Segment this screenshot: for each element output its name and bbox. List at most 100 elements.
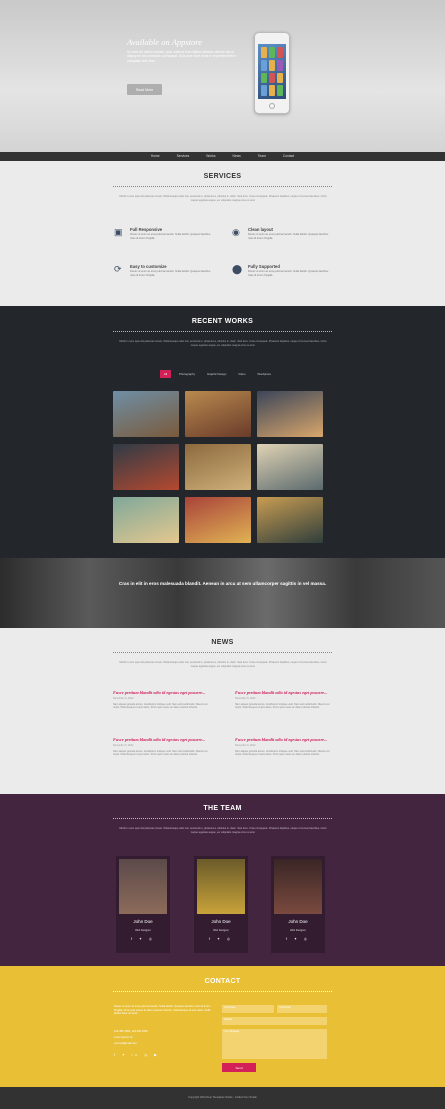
team-member-name: John Doe: [288, 919, 308, 924]
hero-section: Available on Appstore Ut enim ad minim v…: [0, 0, 445, 152]
contact-subject-input[interactable]: Subject: [222, 1017, 327, 1025]
filter-graphic-design[interactable]: Graphic Design: [203, 370, 230, 378]
phone-image: [254, 32, 290, 114]
team-member-photo: [274, 859, 322, 914]
team-card: John Doe Web Designer f ✦ ◎: [194, 856, 248, 953]
main-nav: Home Services Works News Team Contact: [0, 152, 445, 161]
news-lead: Morbi in sem quis dui placerat ornare. P…: [119, 661, 327, 668]
team-title: THE TEAM: [203, 805, 242, 812]
team-member-name: John Doe: [133, 919, 153, 924]
team-member-role: Web Designer: [290, 929, 306, 932]
service-text: Donec ut enim ac eros pulvinar iaculis. …: [248, 233, 329, 240]
service-text: Donec ut enim ac eros pulvinar iaculis. …: [130, 233, 211, 240]
works-divider: [113, 331, 332, 332]
team-member-role: Web Designer: [213, 929, 229, 932]
news-item-title[interactable]: Fusce pretium blandit odio id egestas eg…: [113, 690, 213, 696]
filter-all[interactable]: All: [160, 370, 172, 378]
hero-read-more-button[interactable]: Read More: [127, 84, 162, 95]
social-icons[interactable]: f ✦ ◎: [271, 937, 325, 941]
phone-home-button: [269, 103, 275, 109]
contact-social-icons[interactable]: f ✦ in ◎ ▶: [114, 1053, 160, 1057]
tablet-icon: ▣: [114, 227, 123, 237]
service-title: Easy to customize: [130, 264, 167, 269]
quote-section: Cras in elit in eros malesuada blandit. …: [0, 558, 445, 628]
work-thumbnail[interactable]: [185, 391, 251, 437]
hero-text: Ut enim ad minim veniam, quis nostrud ex…: [127, 50, 237, 63]
work-thumbnail[interactable]: [113, 391, 179, 437]
news-item-date: November 6, 2012: [113, 744, 134, 747]
news-item-text: Nam aliquet gravida lectus. Vestibulum t…: [113, 750, 208, 757]
contact-divider: [113, 991, 332, 992]
map-pin-icon: ⬤: [232, 264, 243, 274]
news-item-date: November 6, 2012: [235, 744, 256, 747]
news-item-title[interactable]: Fusce pretium blandit odio id egestas eg…: [113, 737, 213, 743]
quote-text: Cras in elit in eros malesuada blandit. …: [118, 581, 327, 586]
contact-send-button[interactable]: Send: [222, 1063, 256, 1072]
news-divider: [113, 652, 332, 653]
news-item: Fusce pretium blandit odio id egestas eg…: [235, 737, 335, 757]
nav-contact[interactable]: Contact: [275, 152, 302, 161]
work-thumbnail[interactable]: [113, 497, 179, 543]
hero-title: Available on Appstore: [127, 37, 203, 47]
team-member-role: Web Designer: [135, 929, 151, 932]
news-item-text: Nam aliquet gravida lectus. Vestibulum t…: [235, 703, 330, 710]
filter-wordpress[interactable]: Wordpress: [253, 370, 274, 378]
service-text: Donec ut enim ac eros pulvinar iaculis. …: [130, 270, 211, 277]
team-card: John Doe Web Designer f ✦ ◎: [271, 856, 325, 953]
news-item-text: Nam aliquet gravida lectus. Vestibulum t…: [235, 750, 330, 757]
work-thumbnail[interactable]: [257, 444, 323, 490]
services-divider: [113, 186, 332, 187]
nav-news[interactable]: News: [225, 152, 249, 161]
contact-name-input[interactable]: Your Name: [222, 1005, 274, 1013]
works-grid: [113, 391, 323, 543]
news-item-title[interactable]: Fusce pretium blandit odio id egestas eg…: [235, 737, 335, 743]
filter-video[interactable]: Video: [234, 370, 249, 378]
social-icons[interactable]: f ✦ ◎: [194, 937, 248, 941]
contact-email[interactable]: yourmail@mail.com: [114, 1042, 137, 1045]
nav-team[interactable]: Team: [250, 152, 274, 161]
team-member-photo: [197, 859, 245, 914]
service-title: Full Responsive: [130, 227, 163, 232]
team-lead: Morbi in sem quis dui placerat ornare. P…: [119, 827, 327, 834]
news-item-title[interactable]: Fusce pretium blandit odio id egestas eg…: [235, 690, 335, 696]
news-item: Fusce pretium blandit odio id egestas eg…: [113, 690, 213, 710]
team-member-name: John Doe: [211, 919, 231, 924]
footer: Copyright 2012 Deer Templates Studio - C…: [0, 1087, 445, 1109]
contact-phone: 123-456-7890, 123-456-7890: [114, 1030, 148, 1033]
service-title: Clean layout: [248, 227, 273, 232]
work-thumbnail[interactable]: [257, 497, 323, 543]
services-title: SERVICES: [203, 173, 242, 180]
services-lead: Morbi in sem quis dui placerat ornare. P…: [119, 195, 327, 202]
refresh-icon: ⟳: [114, 264, 122, 274]
nav-services[interactable]: Services: [169, 152, 198, 161]
contact-text: Donec ut enim ac eros pulvinar iaculis. …: [114, 1005, 211, 1016]
work-thumbnail[interactable]: [257, 391, 323, 437]
work-thumbnail[interactable]: [185, 497, 251, 543]
nav-works[interactable]: Works: [198, 152, 223, 161]
news-item: Fusce pretium blandit odio id egestas eg…: [235, 690, 335, 710]
contact-title: CONTACT: [204, 978, 241, 985]
service-text: Donec ut enim ac eros pulvinar iaculis. …: [248, 270, 329, 277]
footer-copyright: Copyright 2012 Deer Templates Studio - C…: [188, 1096, 257, 1099]
service-title: Fully Supported: [248, 264, 280, 269]
news-item-date: November 6, 2012: [235, 697, 256, 700]
team-member-photo: [119, 859, 167, 914]
news-item-date: November 6, 2012: [113, 697, 134, 700]
news-item-text: Nam aliquet gravida lectus. Vestibulum t…: [113, 703, 208, 710]
contact-message-input[interactable]: Your Message: [222, 1029, 327, 1059]
work-thumbnail[interactable]: [113, 444, 179, 490]
works-filters: All Photography Graphic Design Video Wor…: [160, 370, 275, 378]
filter-photography[interactable]: Photography: [175, 370, 199, 378]
contact-email-input[interactable]: Your Email: [277, 1005, 327, 1013]
news-title: NEWS: [211, 639, 234, 646]
phone-screen: [258, 44, 286, 99]
work-thumbnail[interactable]: [185, 444, 251, 490]
social-icons[interactable]: f ✦ ◎: [116, 937, 170, 941]
nav-home[interactable]: Home: [143, 152, 168, 161]
team-divider: [113, 818, 332, 819]
team-card: John Doe Web Designer f ✦ ◎: [116, 856, 170, 953]
contact-address: Lorem ipsum 12: [114, 1036, 133, 1039]
works-lead: Morbi in sem quis dui placerat ornare. P…: [119, 340, 327, 347]
bulb-icon: ◉: [232, 227, 240, 237]
works-title: RECENT WORKS: [191, 318, 254, 325]
